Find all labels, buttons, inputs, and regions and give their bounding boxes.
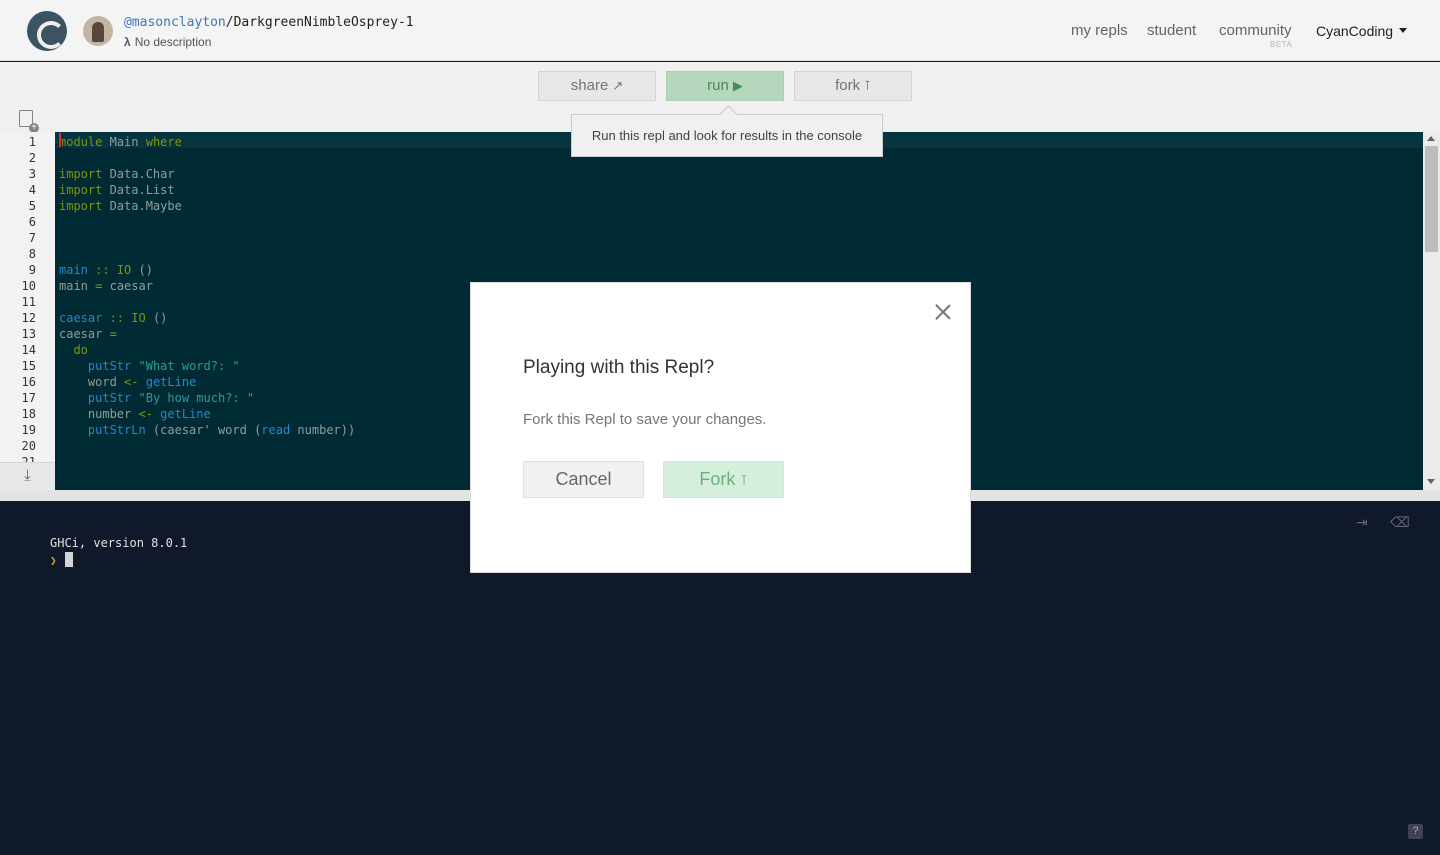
modal-fork-label: Fork [699, 469, 736, 489]
modal-text: Fork this Repl to save your changes. [523, 411, 767, 428]
modal-fork-button[interactable]: Fork ⊺ [663, 461, 784, 498]
fork-modal: Playing with this Repl? Fork this Repl t… [470, 282, 971, 573]
modal-title: Playing with this Repl? [523, 357, 715, 378]
close-icon[interactable] [933, 302, 953, 322]
cancel-button[interactable]: Cancel [523, 461, 644, 498]
fork-icon: ⊺ [740, 472, 748, 488]
